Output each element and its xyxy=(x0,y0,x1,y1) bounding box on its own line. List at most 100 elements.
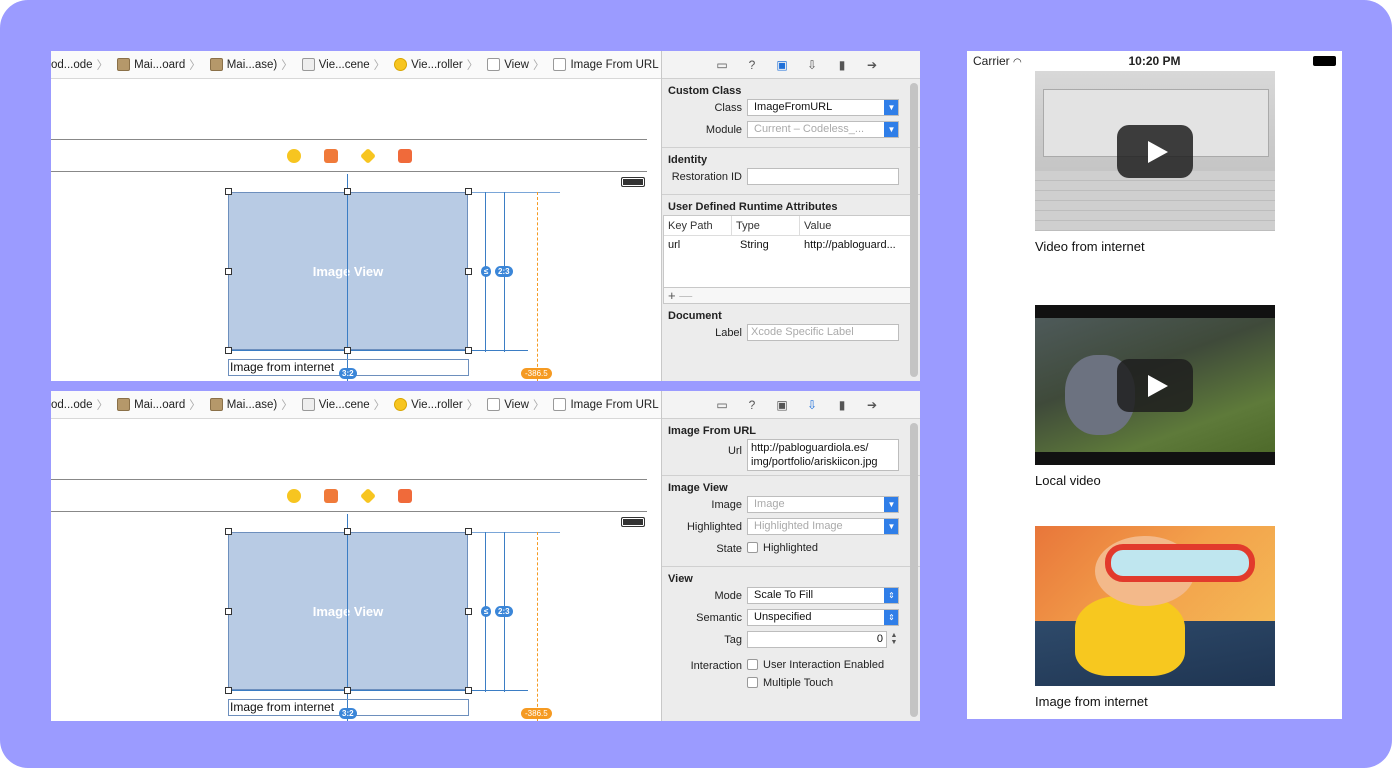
breadcrumb[interactable]: Vie...roller 〉 xyxy=(388,57,478,73)
breadcrumb[interactable]: Image From URL xyxy=(547,398,659,411)
exit-icon[interactable] xyxy=(398,149,412,163)
chevron-down-icon[interactable]: ▼ xyxy=(884,519,898,534)
play-icon[interactable] xyxy=(1117,359,1193,412)
image-view[interactable]: Image View xyxy=(228,532,468,690)
storyboard-canvas[interactable]: od...ode 〉 Mai...oard 〉 Mai...ase) 〉 Vie...… xyxy=(51,391,661,721)
resize-handle[interactable] xyxy=(225,347,232,354)
video-player-local[interactable] xyxy=(1035,305,1275,465)
constraint-badge[interactable]: ≤ xyxy=(481,606,492,617)
first-responder-icon[interactable] xyxy=(324,489,338,503)
breadcrumb[interactable]: Mai...oard 〉 xyxy=(111,397,201,413)
file-icon[interactable]: ▭ xyxy=(715,58,729,72)
resize-handle[interactable] xyxy=(344,188,351,195)
multiple-touch-checkbox[interactable]: Multiple Touch xyxy=(747,677,833,689)
image-field[interactable]: Image ▼ xyxy=(747,496,899,513)
resize-handle[interactable] xyxy=(465,687,472,694)
first-responder-icon[interactable] xyxy=(324,149,338,163)
image-view[interactable]: Image View xyxy=(228,192,468,350)
constraint-badge[interactable]: -386.5 xyxy=(521,708,552,719)
resize-handle[interactable] xyxy=(225,687,232,694)
breadcrumb[interactable]: Mai...ase) 〉 xyxy=(204,57,293,73)
module-field[interactable]: Current – Codeless_... ▼ xyxy=(747,121,899,138)
chevron-updown-icon[interactable]: ⇕ xyxy=(884,588,898,603)
size-icon[interactable]: ▮ xyxy=(835,58,849,72)
type-cell[interactable]: String xyxy=(732,236,800,255)
chevron-down-icon[interactable]: ▼ xyxy=(884,497,898,512)
user-interaction-checkbox[interactable]: User Interaction Enabled xyxy=(747,659,884,671)
resize-handle[interactable] xyxy=(465,347,472,354)
class-field[interactable]: ImageFromURL ▼ xyxy=(747,99,899,116)
size-icon[interactable]: ▮ xyxy=(835,398,849,412)
breadcrumb[interactable]: Mai...oard 〉 xyxy=(111,57,201,73)
object-icon[interactable] xyxy=(360,148,376,164)
breadcrumb[interactable]: od...ode 〉 xyxy=(51,397,108,413)
constraint-badge[interactable]: 3:2 xyxy=(339,368,357,379)
breadcrumb[interactable]: Vie...cene 〉 xyxy=(296,57,385,73)
tag-stepper[interactable]: ▲ ▼ xyxy=(889,632,899,647)
object-icon[interactable] xyxy=(360,488,376,504)
help-icon[interactable]: ? xyxy=(745,398,759,412)
xcode-label-field[interactable]: Xcode Specific Label xyxy=(747,324,899,341)
resize-handle[interactable] xyxy=(465,268,472,275)
attributes-icon[interactable]: ⇩ xyxy=(805,398,819,412)
breadcrumb[interactable]: View 〉 xyxy=(481,397,544,413)
constraint-badge[interactable]: 2:3 xyxy=(495,606,513,617)
resize-handle[interactable] xyxy=(344,347,351,354)
url-field[interactable]: http://pabloguardiola.es/img/portfolio/a… xyxy=(747,439,899,471)
breadcrumb[interactable]: Vie...cene 〉 xyxy=(296,397,385,413)
resize-handle[interactable] xyxy=(465,528,472,535)
connections-icon[interactable]: ➔ xyxy=(865,58,879,72)
view-controller-icon[interactable] xyxy=(287,489,301,503)
exit-icon[interactable] xyxy=(398,489,412,503)
video-player-internet[interactable] xyxy=(1035,71,1275,231)
scrollbar[interactable] xyxy=(910,83,918,377)
help-icon[interactable]: ? xyxy=(745,58,759,72)
view-controller-icon[interactable] xyxy=(287,149,301,163)
breadcrumb[interactable]: Image From URL xyxy=(547,58,659,71)
breadcrumb[interactable]: Mai...ase) 〉 xyxy=(204,397,293,413)
breadcrumb[interactable]: Vie...roller 〉 xyxy=(388,397,478,413)
resize-handle[interactable] xyxy=(344,528,351,535)
tag-field[interactable]: 0 xyxy=(747,631,887,648)
chevron-updown-icon[interactable]: ⇕ xyxy=(884,610,898,625)
column-header[interactable]: Value xyxy=(800,216,913,235)
plus-icon[interactable]: + xyxy=(668,288,676,303)
resize-handle[interactable] xyxy=(225,268,232,275)
storyboard-canvas[interactable]: od...ode 〉 Mai...oard 〉 Mai...ase) 〉 Vie...… xyxy=(51,51,661,381)
resize-handle[interactable] xyxy=(225,608,232,615)
semantic-select[interactable]: Unspecified ⇕ xyxy=(747,609,899,626)
breadcrumb[interactable]: od...ode 〉 xyxy=(51,57,108,73)
identity-icon[interactable]: ▣ xyxy=(775,398,789,412)
keypath-cell[interactable]: url xyxy=(664,236,732,255)
resize-handle[interactable] xyxy=(465,188,472,195)
chevron-down-icon[interactable]: ▼ xyxy=(884,100,898,115)
column-header[interactable]: Type xyxy=(732,216,800,235)
restoration-id-field[interactable] xyxy=(747,168,899,185)
content-mode-select[interactable]: Scale To Fill ⇕ xyxy=(747,587,899,604)
play-icon[interactable] xyxy=(1117,125,1193,178)
highlighted-checkbox[interactable]: Highlighted xyxy=(747,542,818,554)
breadcrumb[interactable]: View 〉 xyxy=(481,57,544,73)
highlighted-row: Highlighted Highlighted Image ▼ xyxy=(662,516,920,538)
constraint-badge[interactable]: 2:3 xyxy=(495,266,513,277)
highlighted-image-field[interactable]: Highlighted Image ▼ xyxy=(747,518,899,535)
constraint-badge[interactable]: -386.5 xyxy=(521,368,552,379)
constraint-badge[interactable]: ≤ xyxy=(481,266,492,277)
value-cell[interactable]: http://pabloguard... xyxy=(800,236,913,255)
resize-handle[interactable] xyxy=(225,188,232,195)
identity-icon[interactable]: ▣ xyxy=(775,58,789,72)
runtime-attributes-table[interactable]: Key Path Type Value url String http://pa… xyxy=(663,215,914,288)
constraint-badge[interactable]: 3:2 xyxy=(339,708,357,719)
connections-icon[interactable]: ➔ xyxy=(865,398,879,412)
attributes-icon[interactable]: ⇩ xyxy=(805,58,819,72)
column-header[interactable]: Key Path xyxy=(664,216,732,235)
table-row[interactable]: url String http://pabloguard... xyxy=(664,236,913,255)
file-icon[interactable]: ▭ xyxy=(715,398,729,412)
minus-icon[interactable]: — xyxy=(679,288,692,303)
view-controller-icon xyxy=(394,58,408,71)
scrollbar[interactable] xyxy=(910,423,918,717)
resize-handle[interactable] xyxy=(465,608,472,615)
resize-handle[interactable] xyxy=(225,528,232,535)
chevron-down-icon[interactable]: ▼ xyxy=(884,122,898,137)
resize-handle[interactable] xyxy=(344,687,351,694)
